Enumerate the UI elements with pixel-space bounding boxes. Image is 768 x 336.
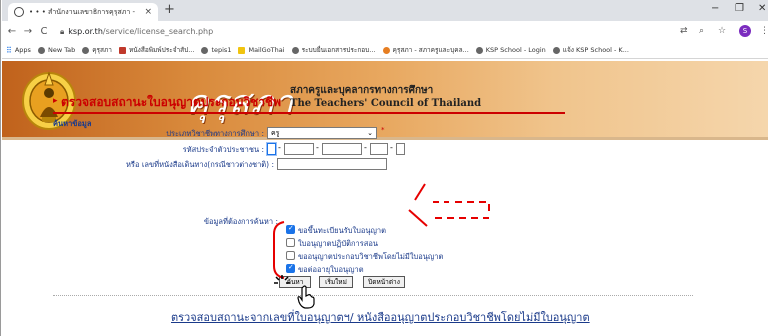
profession-label: ประเภทวิชาชีพทางการศึกษา : — [166, 129, 264, 138]
address-bar[interactable]: ksp.or.th/service/license_search.php — [68, 27, 213, 36]
globe-icon — [291, 46, 299, 54]
red-arrow-annotation — [408, 183, 490, 227]
option-label-practice-permit: ขออนุญาตประกอบวิชาชีพโดยไม่มีใบอนุญาต — [298, 252, 444, 261]
banner-divider — [2, 137, 768, 140]
lookup-label: ข้อมูลที่ต้องการค้นหา : — [203, 217, 278, 226]
click-burst-icon — [274, 275, 290, 284]
star-icon[interactable]: ☆ — [718, 26, 726, 36]
search-subheading: ค้นหาข้อมูล — [53, 119, 92, 128]
national-id-field-5[interactable] — [396, 143, 405, 155]
required-mark: * — [381, 126, 385, 134]
bookmark-apps[interactable]: ⠿ Apps — [6, 46, 31, 55]
tab-strip: • • • สำนักงานเลขาธิการคุรุสภา - × + − ❐… — [2, 0, 768, 21]
id-separator: - — [390, 143, 393, 152]
national-id-field-1[interactable] — [267, 143, 276, 155]
bookmark-ksp-school[interactable]: แจ้ง KSP School - K... — [552, 45, 629, 55]
lock-icon[interactable]: 🔒︎ — [60, 27, 64, 37]
mail-icon — [238, 46, 246, 54]
bookmark-document-system[interactable]: ระบบยื่นเอกสารประกอบ... — [291, 45, 376, 55]
page-heading: ตรวจสอบสถานะใบอนุญาตประกอบวิชาชีพ — [61, 95, 282, 109]
hand-cursor-icon — [297, 285, 315, 309]
url-host: ksp.or.th — [68, 27, 103, 36]
national-id-field-2[interactable] — [284, 143, 314, 155]
national-id-field-3[interactable] — [322, 143, 362, 155]
close-window-button[interactable]: ✕ — [758, 3, 766, 14]
national-id-field-4[interactable] — [370, 143, 388, 155]
globe-icon — [552, 46, 560, 54]
globe-icon — [14, 7, 24, 17]
passport-input[interactable] — [277, 158, 387, 170]
bookmark-khurusapha[interactable]: คุรุสภา — [82, 45, 112, 55]
globe-icon — [475, 46, 483, 54]
minimize-button[interactable]: − — [711, 3, 719, 14]
zoom-icon[interactable]: ⌕ — [699, 26, 704, 36]
heading-rule — [53, 112, 565, 114]
council-name-thai: สภาครูและบุคลากรทางการศึกษา — [290, 85, 434, 96]
forward-button[interactable]: → — [20, 26, 36, 37]
bookmark-ksp-login[interactable]: KSP School - Login — [475, 46, 546, 54]
heading-bullet-icon: ▸ — [53, 96, 58, 106]
dotted-divider — [53, 295, 693, 296]
bookmarks-bar: ⠿ Apps New Tab คุรุสภา หนังสือพิมพ์ประจำส… — [2, 42, 768, 59]
id-separator: - — [364, 143, 367, 152]
national-id-label: รหัสประจำตัวประชาชน : — [182, 145, 264, 154]
close-tab-icon[interactable]: × — [144, 7, 152, 17]
new-tab-button[interactable]: + — [164, 2, 175, 17]
apps-icon: ⠿ — [6, 45, 12, 55]
menu-icon[interactable]: ⋮ — [760, 26, 768, 36]
bookmark-new-tab[interactable]: New Tab — [37, 46, 75, 54]
globe-icon — [82, 46, 90, 54]
maximize-button[interactable]: ❐ — [735, 3, 744, 14]
bookmark-mailgothai[interactable]: MailGoThai — [238, 46, 285, 54]
profession-select[interactable]: ครู ⌄ — [267, 127, 377, 139]
close-page-button[interactable]: ปิดหน้าต่าง — [363, 276, 405, 288]
bookmark-tepis[interactable]: tepis1 — [201, 46, 231, 54]
bookmark-newspaper[interactable]: หนังสือพิมพ์ประจำสัป... — [118, 45, 194, 55]
profession-value: ครู — [271, 129, 280, 137]
browser-tab[interactable]: • • • สำนักงานเลขาธิการคุรุสภา - × — [8, 3, 158, 21]
orange-icon — [382, 46, 390, 54]
passport-label: หรือ เลขที่หนังสือเดินทาง(กรณีชาวต่างชาต… — [125, 160, 274, 169]
address-row: ← → C 🔒︎ ksp.or.th/service/license_searc… — [2, 21, 768, 42]
news-icon — [118, 46, 126, 54]
option-label-renewal: ขอต่ออายุใบอนุญาต — [298, 265, 364, 274]
tab-title: • • • สำนักงานเลขาธิการคุรุสภา - — [29, 7, 136, 16]
chevron-down-icon: ⌄ — [367, 129, 373, 137]
option-label-register: ขอขึ้นทะเบียนรับใบอนุญาต — [298, 226, 387, 235]
back-button[interactable]: ← — [4, 26, 20, 37]
profile-avatar[interactable]: S — [739, 25, 751, 37]
council-name-english: The Teachers' Council of Thailand — [290, 98, 482, 109]
red-bracket-annotation — [273, 221, 285, 279]
globe-icon — [37, 46, 45, 54]
id-separator: - — [316, 143, 319, 152]
license-number-search-link[interactable]: ตรวจสอบสถานะจากเลขที่ใบอนุญาตฯ/ หนังสืออ… — [171, 308, 590, 326]
reload-button[interactable]: C — [36, 26, 52, 37]
url-path: /service/license_search.php — [102, 27, 214, 36]
id-separator: - — [278, 143, 281, 152]
bookmark-council[interactable]: คุรุสภา - สภาครูและบุคล... — [382, 45, 469, 55]
globe-icon — [201, 46, 209, 54]
reset-button[interactable]: เริ่มใหม่ — [319, 276, 353, 288]
translate-icon[interactable]: ⇄ — [680, 26, 688, 36]
browser-window: • • • สำนักงานเลขาธิการคุรุสภา - × + − ❐… — [0, 0, 768, 336]
option-label-teaching-permit: ใบอนุญาตปฏิบัติการสอน — [298, 239, 378, 248]
